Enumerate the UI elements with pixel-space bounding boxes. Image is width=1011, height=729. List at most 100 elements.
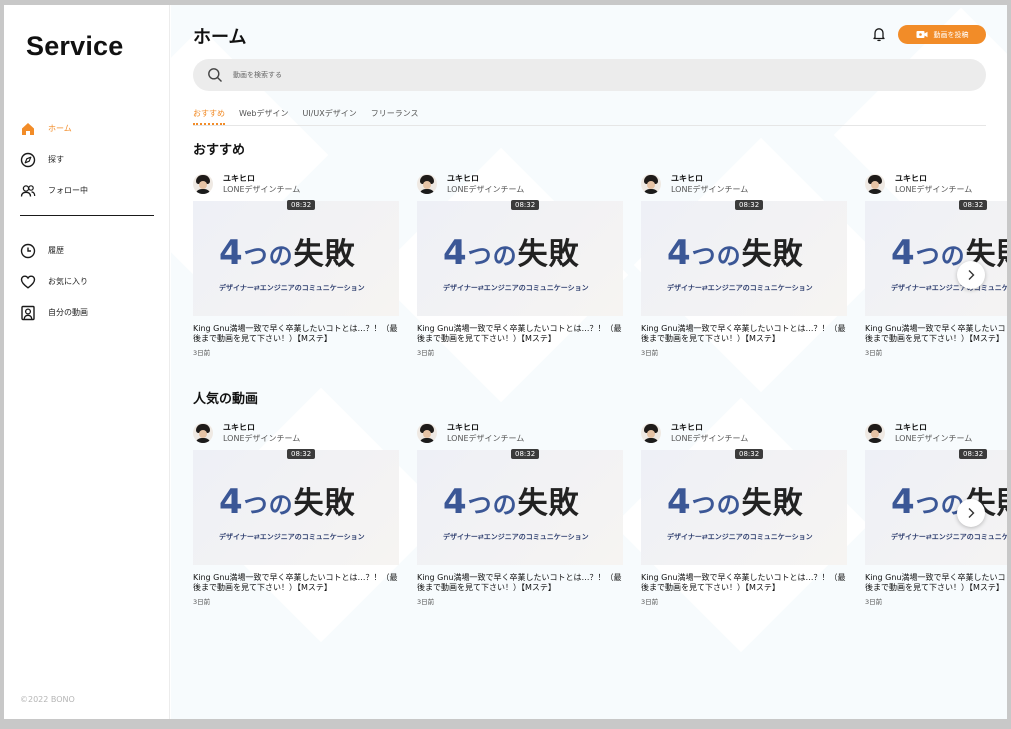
clock-icon	[20, 243, 36, 259]
channel-info[interactable]: ユキヒロ LONEデザインチーム	[417, 171, 623, 197]
tab-web-design[interactable]: Webデザイン	[239, 108, 288, 125]
video-row-popular: ユキヒロ LONEデザインチーム 08:32 4つの失敗 デザイナー⇄エンジニアの…	[193, 420, 1007, 606]
thumbnail-title: 4つの失敗	[891, 233, 1007, 273]
sidebar-item-label: 探す	[48, 155, 64, 164]
tab-recommended[interactable]: おすすめ	[193, 108, 225, 125]
sidebar-item-my-videos[interactable]: 自分の動画	[20, 297, 156, 328]
channel-name: ユキヒロ	[223, 174, 255, 183]
sidebar-divider	[20, 215, 154, 216]
sidebar-item-explore[interactable]: 探す	[20, 144, 156, 175]
main-nav: ホーム 探す フォロー中	[20, 113, 156, 206]
channel-info[interactable]: ユキヒロ LONEデザインチーム	[193, 171, 399, 197]
sidebar-item-history[interactable]: 履歴	[20, 235, 156, 266]
video-card[interactable]: ユキヒロ LONEデザインチーム 08:32 4つの失敗 デザイナー⇄エンジニアの…	[641, 171, 847, 357]
carousel-next-button[interactable]	[957, 261, 985, 289]
channel-info[interactable]: ユキヒロ LONEデザインチーム	[417, 420, 623, 446]
thumbnail-subtitle: デザイナー⇄エンジニアのコミュニケーション	[667, 533, 813, 541]
duration-badge: 08:32	[287, 449, 316, 459]
thumbnail-title: 4つの失敗	[219, 233, 356, 273]
channel-name: ユキヒロ	[447, 423, 479, 432]
sidebar-item-label: フォロー中	[48, 186, 88, 195]
search-bar[interactable]	[193, 59, 986, 91]
category-tabs: おすすめ Webデザイン UI/UXデザイン フリーランス	[193, 108, 986, 126]
video-title[interactable]: King Gnu満場一致で早く卒業したいコトとは…？！（最後まで動画を見て下さい…	[641, 573, 847, 593]
sidebar-item-favorites[interactable]: お気に入り	[20, 266, 156, 297]
video-thumbnail[interactable]: 08:32 4つの失敗 デザイナー⇄エンジニアのコミュニケーション	[417, 200, 623, 316]
app-window: Service ホーム 探す フォロー中 履歴 お気に入り 自分の動画 ©202…	[4, 5, 1007, 719]
video-card[interactable]: ユキヒロ LONEデザインチーム 08:32 4つの失敗 デザイナー⇄エンジニアの…	[641, 420, 847, 606]
channel-info[interactable]: ユキヒロ LONEデザインチーム	[193, 420, 399, 446]
video-thumbnail[interactable]: 08:32 4つの失敗 デザイナー⇄エンジニアのコミュニケーション	[641, 200, 847, 316]
sidebar-item-home[interactable]: ホーム	[20, 113, 156, 144]
avatar	[865, 174, 885, 194]
video-title[interactable]: King Gnu満場一致で早く卒業したいコトとは…？！（最後まで動画を見て下さい…	[417, 324, 623, 344]
channel-name: ユキヒロ	[671, 423, 703, 432]
video-card[interactable]: ユキヒロ LONEデザインチーム 08:32 4つの失敗 デザイナー⇄エンジニアの…	[193, 420, 399, 606]
video-thumbnail[interactable]: 08:32 4つの失敗 デザイナー⇄エンジニアのコミュニケーション	[865, 200, 1007, 316]
channel-info[interactable]: ユキヒロ LONEデザインチーム	[641, 171, 847, 197]
logo[interactable]: Service	[26, 31, 123, 62]
thumbnail-subtitle: デザイナー⇄エンジニアのコミュニケーション	[219, 533, 365, 541]
home-icon	[20, 121, 36, 137]
video-card[interactable]: ユキヒロ LONEデザインチーム 08:32 4つの失敗 デザイナー⇄エンジニアの…	[865, 171, 1007, 357]
notification-bell-icon[interactable]	[871, 26, 887, 42]
video-card[interactable]: ユキヒロ LONEデザインチーム 08:32 4つの失敗 デザイナー⇄エンジニアの…	[193, 171, 399, 357]
sidebar-item-following[interactable]: フォロー中	[20, 175, 156, 206]
section-title: 人気の動画	[193, 392, 259, 407]
chevron-right-icon	[966, 266, 976, 285]
channel-team: LONEデザインチーム	[447, 434, 525, 443]
section-title: おすすめ	[193, 143, 246, 158]
video-title[interactable]: King Gnu満場一致で早く卒業したいコトとは…？！（最後まで動画を見て下さい…	[865, 573, 1007, 593]
sidebar-item-label: 自分の動画	[48, 308, 88, 317]
video-camera-icon	[916, 30, 928, 39]
avatar	[865, 423, 885, 443]
sidebar-item-label: お気に入り	[48, 277, 88, 286]
main-content: ホーム 動画を投稿 おすすめ Webデザイン UI/UXデザイン フリーランス …	[171, 5, 1007, 719]
compass-icon	[20, 152, 36, 168]
thumbnail-title: 4つの失敗	[667, 233, 804, 273]
video-title[interactable]: King Gnu満場一致で早く卒業したいコトとは…？！（最後まで動画を見て下さい…	[865, 324, 1007, 344]
library-nav: 履歴 お気に入り 自分の動画	[20, 235, 156, 328]
thumbnail-title: 4つの失敗	[219, 482, 356, 522]
heart-icon	[20, 274, 36, 290]
posted-time: 3日前	[641, 349, 659, 357]
video-card[interactable]: ユキヒロ LONEデザインチーム 08:32 4つの失敗 デザイナー⇄エンジニアの…	[865, 420, 1007, 606]
channel-info[interactable]: ユキヒロ LONEデザインチーム	[865, 420, 1007, 446]
channel-info[interactable]: ユキヒロ LONEデザインチーム	[641, 420, 847, 446]
post-video-button[interactable]: 動画を投稿	[898, 25, 986, 44]
video-title[interactable]: King Gnu満場一致で早く卒業したいコトとは…？！（最後まで動画を見て下さい…	[417, 573, 623, 593]
video-thumbnail[interactable]: 08:32 4つの失敗 デザイナー⇄エンジニアのコミュニケーション	[865, 449, 1007, 565]
tab-uiux-design[interactable]: UI/UXデザイン	[302, 108, 356, 125]
thumbnail-title: 4つの失敗	[443, 233, 580, 273]
user-square-icon	[20, 305, 36, 321]
thumbnail-subtitle: デザイナー⇄エンジニアのコミュニケーション	[667, 284, 813, 292]
posted-time: 3日前	[865, 349, 883, 357]
video-title[interactable]: King Gnu満場一致で早く卒業したいコトとは…？！（最後まで動画を見て下さい…	[193, 324, 399, 344]
duration-badge: 08:32	[959, 449, 988, 459]
channel-team: LONEデザインチーム	[447, 185, 525, 194]
video-card[interactable]: ユキヒロ LONEデザインチーム 08:32 4つの失敗 デザイナー⇄エンジニアの…	[417, 420, 623, 606]
search-input[interactable]	[233, 71, 933, 79]
thumbnail-subtitle: デザイナー⇄エンジニアのコミュニケーション	[891, 533, 1007, 541]
duration-badge: 08:32	[511, 200, 540, 210]
channel-team: LONEデザインチーム	[671, 434, 749, 443]
video-title[interactable]: King Gnu満場一致で早く卒業したいコトとは…？！（最後まで動画を見て下さい…	[641, 324, 847, 344]
video-thumbnail[interactable]: 08:32 4つの失敗 デザイナー⇄エンジニアのコミュニケーション	[417, 449, 623, 565]
video-thumbnail[interactable]: 08:32 4つの失敗 デザイナー⇄エンジニアのコミュニケーション	[193, 200, 399, 316]
carousel-next-button[interactable]	[957, 499, 985, 527]
video-card[interactable]: ユキヒロ LONEデザインチーム 08:32 4つの失敗 デザイナー⇄エンジニアの…	[417, 171, 623, 357]
thumbnail-subtitle: デザイナー⇄エンジニアのコミュニケーション	[443, 284, 589, 292]
tab-freelance[interactable]: フリーランス	[371, 108, 419, 125]
sidebar-item-label: ホーム	[48, 124, 72, 133]
page-title: ホーム	[193, 27, 247, 48]
video-thumbnail[interactable]: 08:32 4つの失敗 デザイナー⇄エンジニアのコミュニケーション	[641, 449, 847, 565]
sidebar: Service ホーム 探す フォロー中 履歴 お気に入り 自分の動画 ©202…	[4, 5, 170, 719]
copyright: ©2022 BONO	[20, 695, 75, 704]
channel-team: LONEデザインチーム	[895, 185, 973, 194]
video-title[interactable]: King Gnu満場一致で早く卒業したいコトとは…？！（最後まで動画を見て下さい…	[193, 573, 399, 593]
avatar	[417, 423, 437, 443]
channel-info[interactable]: ユキヒロ LONEデザインチーム	[865, 171, 1007, 197]
posted-time: 3日前	[641, 598, 659, 606]
video-thumbnail[interactable]: 08:32 4つの失敗 デザイナー⇄エンジニアのコミュニケーション	[193, 449, 399, 565]
channel-team: LONEデザインチーム	[223, 434, 301, 443]
